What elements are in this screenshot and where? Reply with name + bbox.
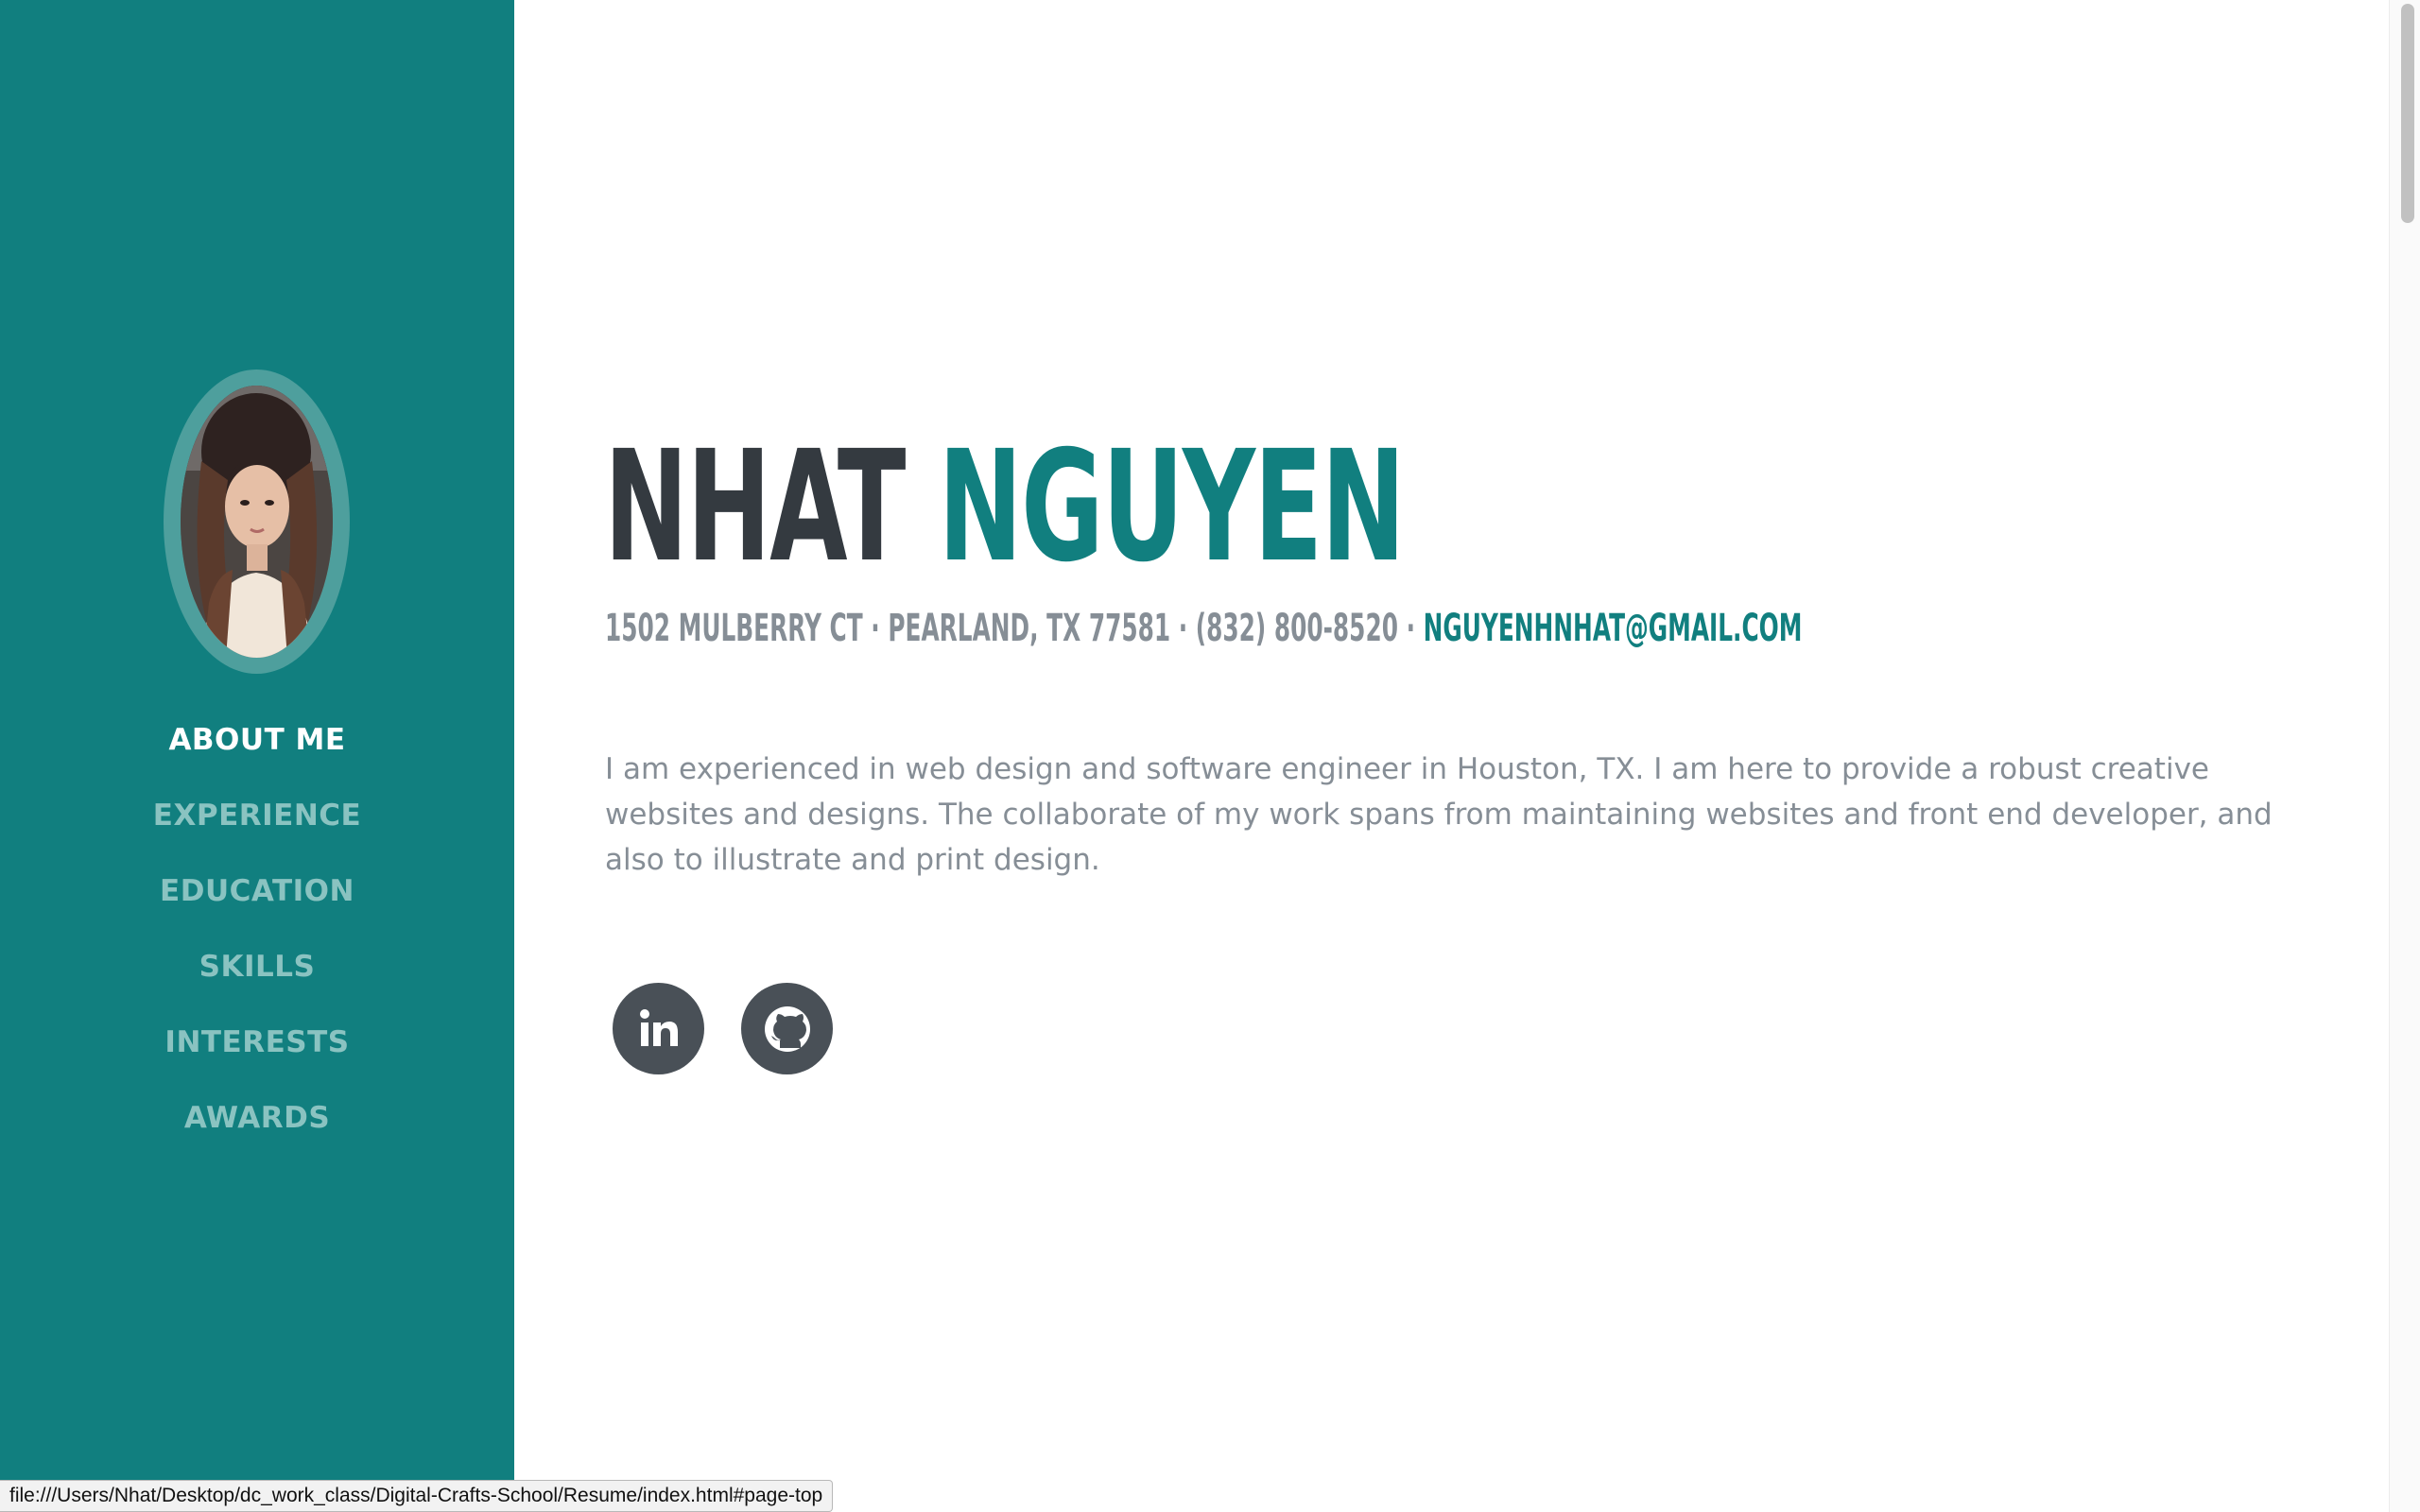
contact-line: 1502 MULBERRY CT · PEARLAND, TX 77581 · … xyxy=(605,605,1802,652)
avatar[interactable] xyxy=(181,386,333,658)
about-text: I am experienced in web design and softw… xyxy=(605,752,2273,877)
github-icon xyxy=(764,1005,810,1052)
nav-item-about-me[interactable]: ABOUT ME xyxy=(0,711,514,786)
scrollbar-thumb[interactable] xyxy=(2401,4,2414,223)
sidebar-nav: ABOUT ME EXPERIENCE EDUCATION SKILLS INT… xyxy=(0,711,514,1164)
sidebar: ABOUT ME EXPERIENCE EDUCATION SKILLS INT… xyxy=(0,0,514,1512)
page-title: NHAT NGUYEN xyxy=(604,419,1406,596)
last-name: NGUYEN xyxy=(938,419,1406,596)
linkedin-icon xyxy=(639,1008,678,1046)
browser-status-bar: file:///Users/Nhat/Desktop/dc_work_class… xyxy=(0,1480,834,1512)
main-content: NHAT NGUYEN 1502 MULBERRY CT · PEARLAND,… xyxy=(514,0,2390,1512)
contact-address: 1502 MULBERRY CT · PEARLAND, TX 77581 · … xyxy=(605,607,1424,650)
scrollbar[interactable] xyxy=(2389,0,2420,1512)
linkedin-button[interactable] xyxy=(613,983,704,1074)
first-name: NHAT xyxy=(604,419,906,596)
nav-item-interests[interactable]: INTERESTS xyxy=(0,1013,514,1089)
nav-item-awards[interactable]: AWARDS xyxy=(0,1089,514,1164)
nav-item-experience[interactable]: EXPERIENCE xyxy=(0,786,514,862)
avatar-photo xyxy=(181,386,333,658)
nav-item-skills[interactable]: SKILLS xyxy=(0,937,514,1013)
email-link[interactable]: NGUYENHNHAT@GMAIL.COM xyxy=(1424,607,1803,650)
github-button[interactable] xyxy=(741,983,833,1074)
nav-item-education[interactable]: EDUCATION xyxy=(0,862,514,937)
